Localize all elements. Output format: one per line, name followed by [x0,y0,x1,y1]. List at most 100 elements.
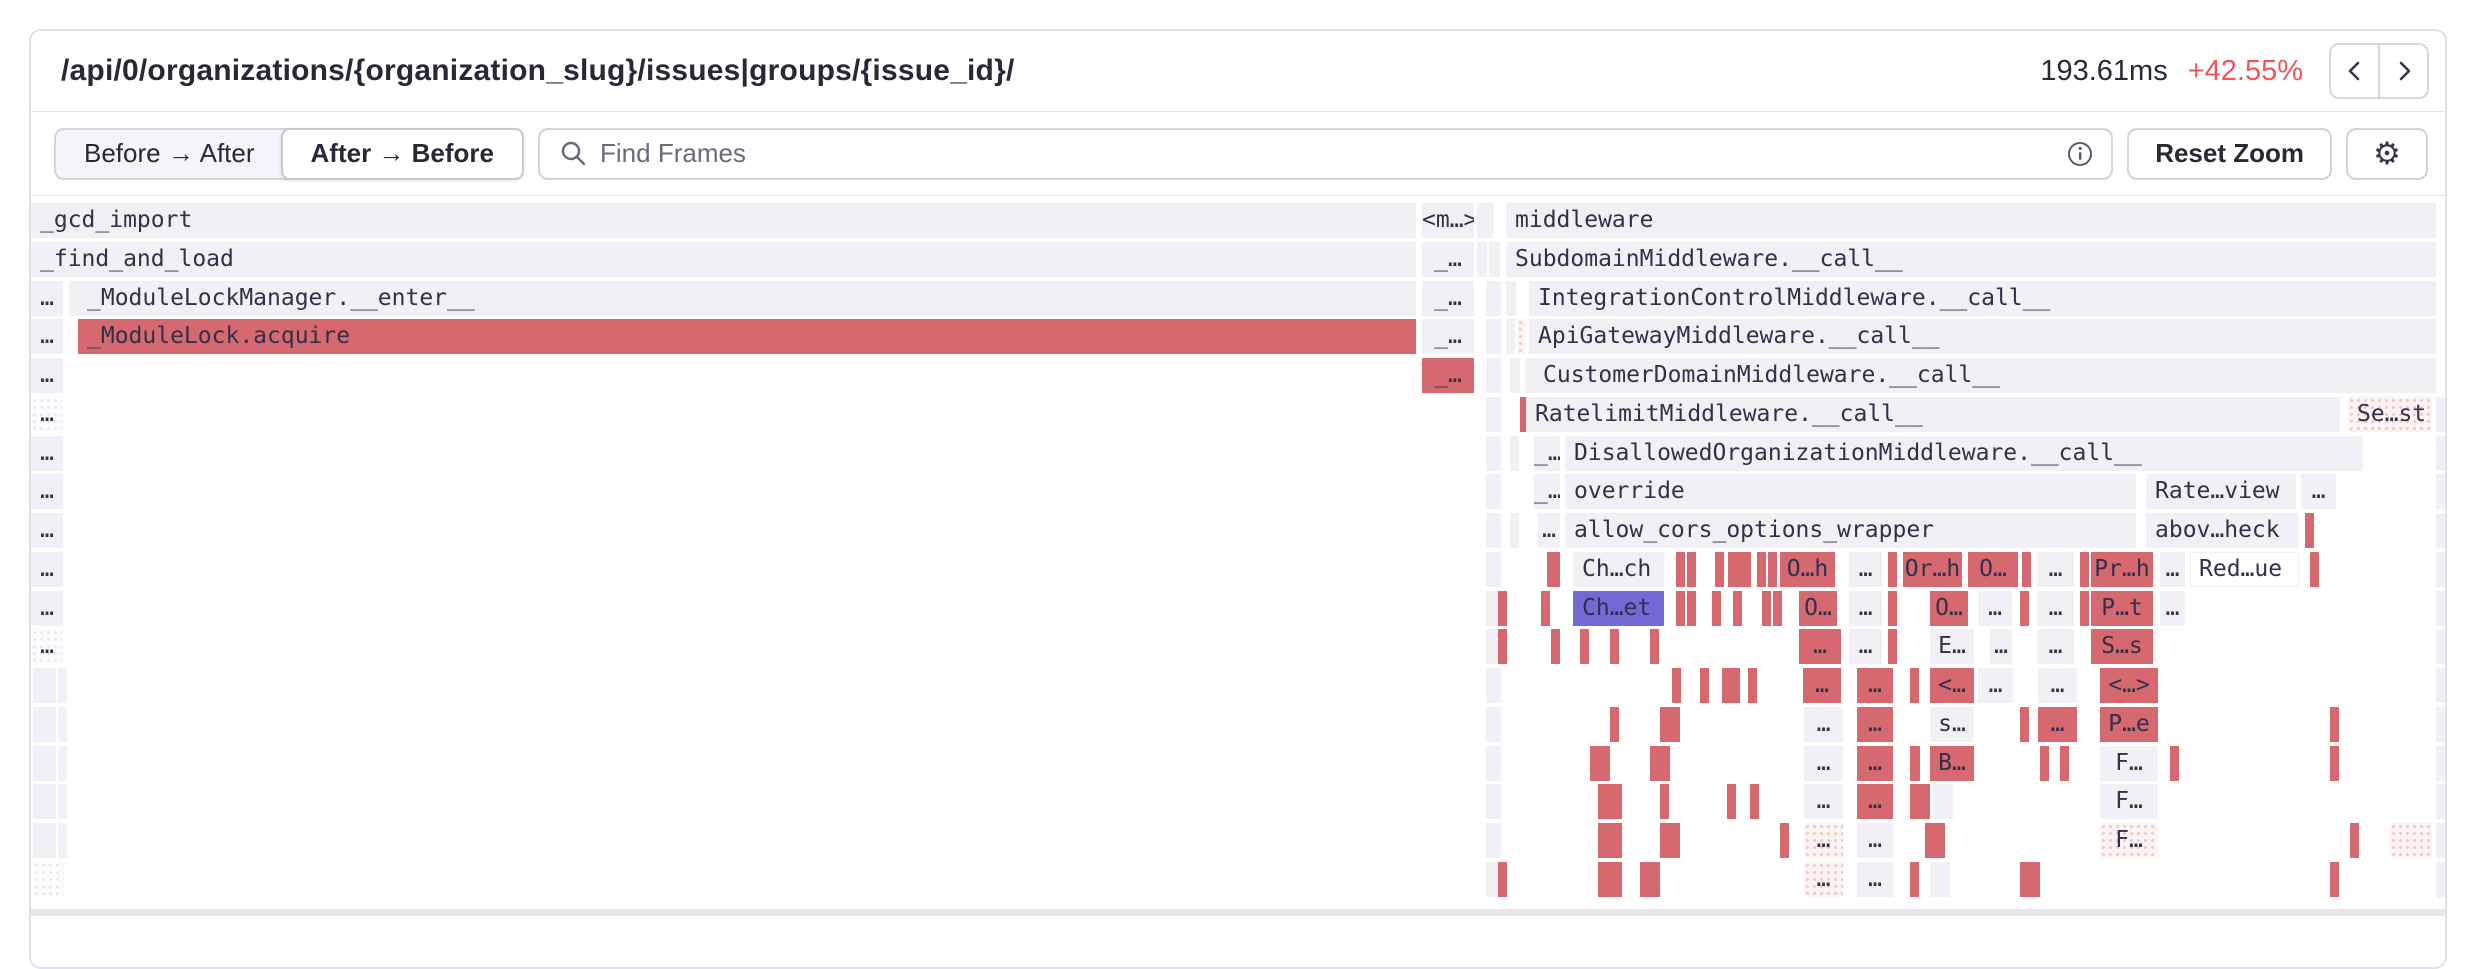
flame-frame[interactable]: … [31,319,63,354]
flame-frame[interactable]: E… [1930,629,1974,664]
flame-frame[interactable]: … [1538,513,1560,548]
flame-frame[interactable] [33,862,64,897]
flame-frame[interactable] [1925,823,1945,858]
flame-frame[interactable] [1598,862,1622,897]
flame-frame[interactable] [2436,746,2445,781]
flame-frame[interactable]: CustomerDomainMiddleware.__call__ [1534,358,2436,393]
flame-frame[interactable]: Ch…et [1573,591,1664,626]
flame-frame[interactable] [1610,707,1619,742]
flame-frame[interactable] [1486,397,1501,432]
flame-frame[interactable]: <m…> [1422,203,1474,238]
flame-frame[interactable]: B… [1930,746,1974,781]
flame-frame[interactable] [1486,746,1501,781]
flame-frame[interactable]: override [1565,474,2136,509]
flame-frame[interactable] [1687,591,1696,626]
flame-frame[interactable]: … [1857,823,1893,858]
flame-frame[interactable] [1486,319,1501,354]
flame-frame[interactable] [2040,746,2049,781]
flame-frame[interactable]: … [1804,823,1843,858]
flame-frame[interactable]: O…h [1780,552,1835,587]
flame-frame[interactable] [33,823,56,858]
flame-frame[interactable]: … [2037,591,2074,626]
flame-frame[interactable]: … [31,513,63,548]
flame-frame[interactable]: … [2160,552,2185,587]
flame-frame[interactable] [58,784,67,819]
flame-frame[interactable] [2310,552,2319,587]
flame-frame[interactable]: _… [1422,319,1474,354]
flamegraph-canvas[interactable]: _gcd_import<m…>middleware_find_and_load_… [31,196,2445,926]
flame-frame[interactable] [1660,707,1680,742]
flame-frame[interactable] [1676,552,1685,587]
flame-frame[interactable] [1477,203,1494,238]
flame-frame[interactable]: … [1804,746,1843,781]
flame-frame[interactable] [1598,784,1622,819]
flame-frame[interactable]: … [31,629,63,664]
flame-frame[interactable]: _gcd_import [31,203,1416,238]
flame-frame[interactable] [33,707,56,742]
flame-frame[interactable] [1506,281,1516,316]
flame-frame[interactable]: … [31,591,63,626]
flame-frame[interactable] [2436,629,2445,664]
flame-frame[interactable]: … [1804,707,1843,742]
flame-frame[interactable] [2436,862,2445,897]
flame-frame[interactable]: … [31,281,63,316]
flame-frame[interactable] [1486,474,1501,509]
flame-frame[interactable]: … [2301,474,2336,509]
flame-frame[interactable] [1510,436,1519,471]
flame-frame[interactable]: … [1804,862,1843,897]
flame-frame[interactable] [1486,552,1501,587]
flame-frame[interactable] [2436,707,2445,742]
flame-frame[interactable] [2080,591,2089,626]
flame-frame[interactable] [1477,242,1487,277]
flame-frame[interactable]: <… [1930,668,1974,703]
flame-frame[interactable] [1715,552,1724,587]
flame-frame[interactable] [1780,823,1789,858]
flame-frame[interactable] [33,784,56,819]
flame-frame[interactable] [1486,513,1501,548]
flame-frame[interactable] [2022,552,2031,587]
flame-frame[interactable]: _… [1534,436,1560,471]
flame-frame[interactable] [1728,552,1751,587]
flame-frame[interactable] [1551,629,1560,664]
flame-frame[interactable] [1750,784,1759,819]
flame-frame[interactable] [2020,862,2040,897]
flame-frame[interactable] [1930,862,1950,897]
flame-frame[interactable]: _… [1422,242,1474,277]
flame-frame[interactable] [2020,707,2029,742]
flame-frame[interactable]: O… [1968,552,2018,587]
flame-frame[interactable] [2436,552,2445,587]
flame-frame[interactable]: s… [1930,707,1974,742]
flame-frame[interactable]: F… [2100,784,2158,819]
flame-frame[interactable]: … [2037,552,2074,587]
flame-frame[interactable] [1590,746,1610,781]
flame-frame[interactable]: … [1990,629,2012,664]
flame-frame[interactable]: _find_and_load [31,242,1416,277]
flame-frame[interactable] [1910,862,1919,897]
flame-frame[interactable] [1910,668,1919,703]
flame-frame[interactable] [1486,668,1501,703]
flame-frame[interactable]: … [2038,668,2077,703]
flame-frame[interactable]: Rate…view [2146,474,2296,509]
flame-frame[interactable] [1486,281,1501,316]
flame-frame[interactable]: _… [1422,281,1474,316]
flame-frame[interactable] [1650,629,1659,664]
flame-frame[interactable]: … [1857,668,1893,703]
flame-frame[interactable] [33,668,56,703]
flame-frame[interactable]: Red…ue [2190,552,2299,587]
before-after-option[interactable]: Before → After [56,130,283,178]
flame-frame[interactable] [1712,591,1721,626]
flame-frame[interactable] [1687,552,1696,587]
flame-frame[interactable]: allow_cors_options_wrapper [1565,513,2136,548]
flame-frame[interactable]: <…> [2100,668,2158,703]
find-frames-input[interactable]: Find Frames [538,128,2113,180]
flame-frame[interactable] [2020,591,2029,626]
reset-zoom-button[interactable]: Reset Zoom [2127,128,2332,180]
flame-frame[interactable]: _… [1422,358,1474,393]
flame-frame[interactable] [1498,862,1507,897]
flame-frame[interactable]: … [1857,707,1893,742]
flame-frame[interactable]: O… [1799,591,1837,626]
flame-frame[interactable] [1489,242,1500,277]
flame-frame[interactable] [2170,746,2179,781]
flame-frame[interactable] [33,746,56,781]
flame-frame[interactable]: … [31,474,63,509]
